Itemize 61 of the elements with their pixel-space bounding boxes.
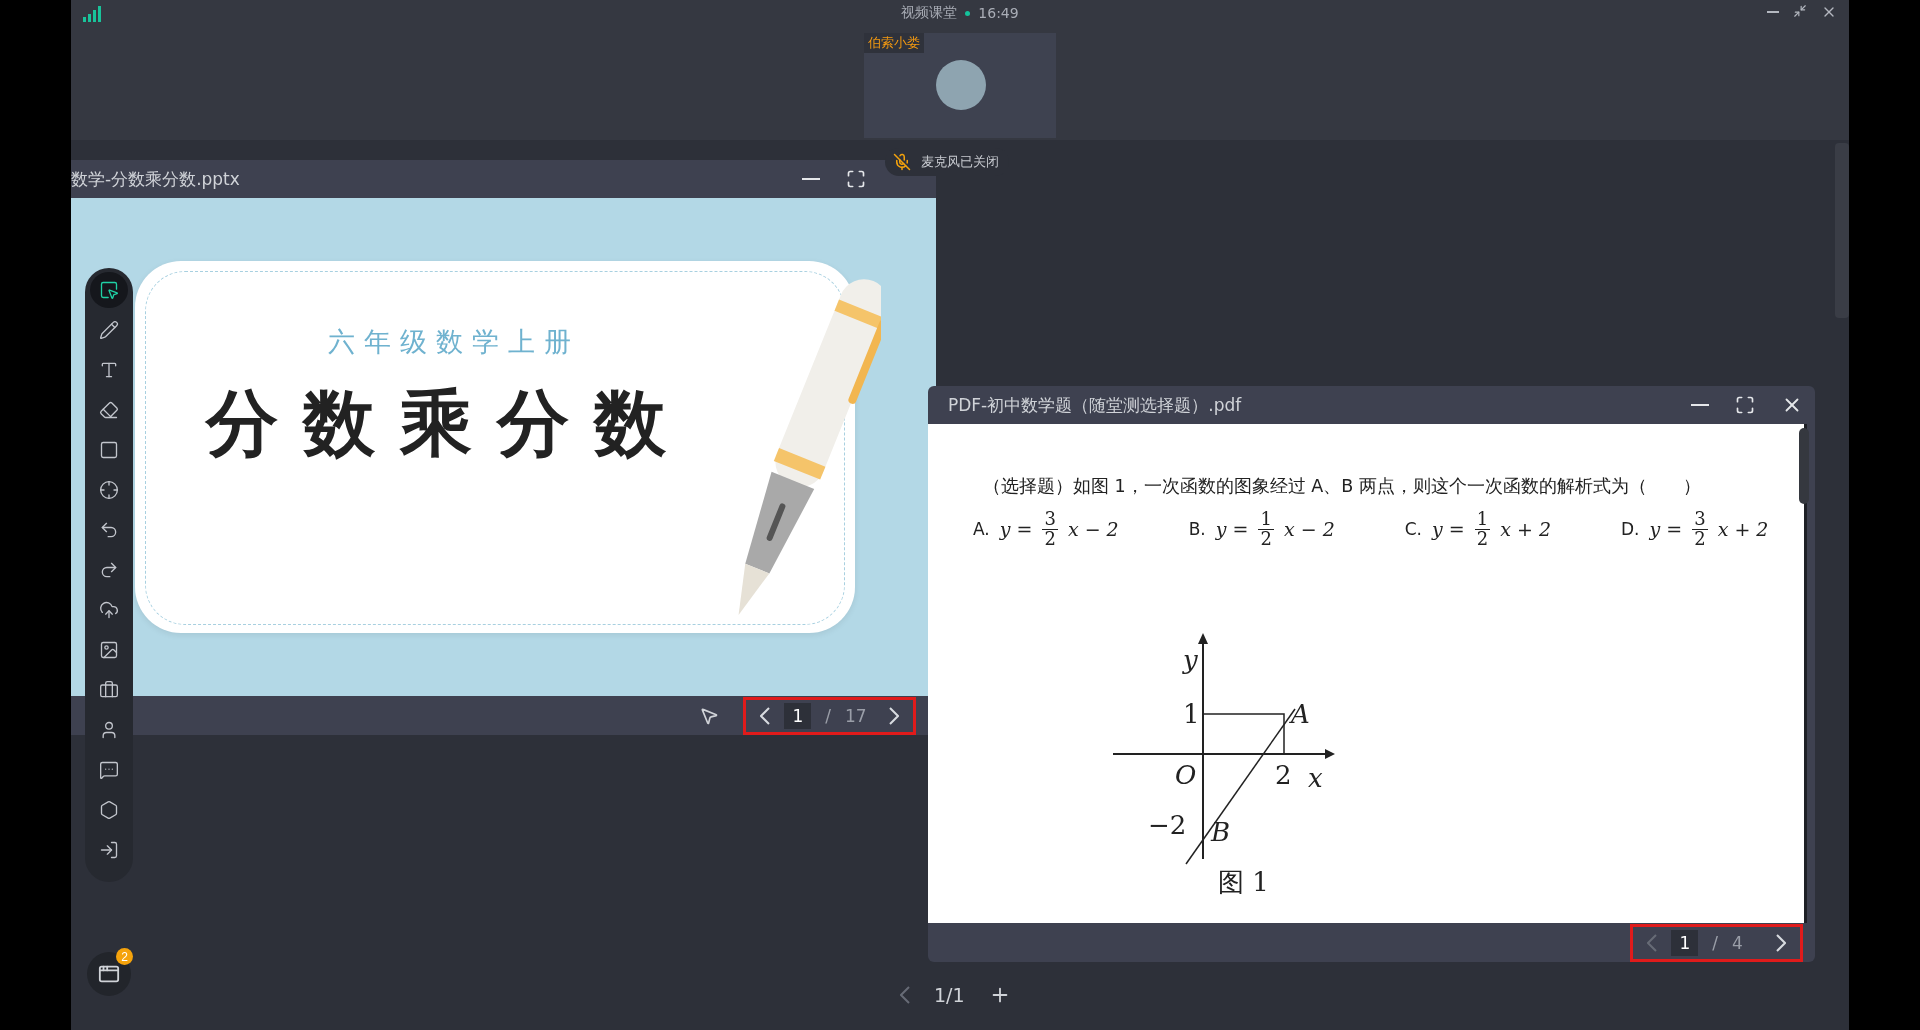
chevron-left-icon xyxy=(900,986,910,1004)
window-title: 视频课堂 xyxy=(901,4,958,22)
tick-label: −2 xyxy=(1148,809,1187,840)
fullscreen-icon xyxy=(1735,395,1755,415)
document-title: 数学-分数乘分数.pptx xyxy=(71,167,241,191)
mic-status-text: 麦克风已关闭 xyxy=(921,153,999,171)
current-page-field[interactable]: 1 xyxy=(784,702,812,729)
page-total: 17 xyxy=(845,705,868,726)
figure-caption: 图 1 xyxy=(1218,866,1269,897)
cloud-icon xyxy=(99,600,119,620)
chevron-right-icon xyxy=(889,706,899,725)
redo-icon xyxy=(99,560,119,580)
mic-off-icon xyxy=(893,153,911,171)
chevron-left-icon xyxy=(760,706,771,725)
page-separator: / xyxy=(825,705,831,726)
point-label: B xyxy=(1211,816,1231,847)
next-page-button[interactable] xyxy=(1776,933,1786,952)
fullscreen-button[interactable] xyxy=(1735,395,1755,415)
fullscreen-icon xyxy=(846,169,866,189)
text-icon xyxy=(99,360,119,380)
pen-icon xyxy=(99,320,119,340)
undo-icon xyxy=(99,520,119,540)
chat-icon xyxy=(99,760,119,780)
axis-label: y xyxy=(1183,644,1198,675)
current-page-field[interactable]: 1 xyxy=(1671,929,1699,956)
page-total: 4 xyxy=(1732,932,1744,953)
avatar xyxy=(936,60,986,110)
chevron-right-icon xyxy=(1776,933,1786,952)
slide-title: 分 数 乘 分 数 xyxy=(206,379,667,467)
select-tool[interactable] xyxy=(90,272,128,308)
status-dot xyxy=(965,10,971,16)
eraser-icon xyxy=(99,400,119,420)
minimize-button[interactable] xyxy=(1691,403,1709,407)
windows-icon xyxy=(98,963,120,985)
clock-time: 16:49 xyxy=(978,5,1019,21)
scrollbar-thumb[interactable] xyxy=(1799,428,1809,504)
restore-icon xyxy=(1793,4,1807,18)
participant-name: 伯索小娄 xyxy=(864,33,924,53)
question-text: （选择题）如图 1，一次函数的图象经过 A、B 两点，则这个一次函数的解析式为（ ） xyxy=(983,475,1702,498)
board-page-count: 1/1 xyxy=(934,984,965,1006)
minimize-icon xyxy=(802,177,820,181)
restore-button[interactable] xyxy=(1793,4,1807,20)
page-separator: / xyxy=(1712,932,1718,953)
signal-icon xyxy=(83,6,101,22)
origin-label: O xyxy=(1175,759,1197,790)
axis-label: x xyxy=(1308,762,1323,793)
slide-subtitle: 六年级数学上册 xyxy=(328,325,580,359)
point-label: A xyxy=(1291,698,1310,729)
shape-icon xyxy=(99,440,119,460)
tick-label: 2 xyxy=(1275,759,1292,790)
image-icon xyxy=(99,640,119,660)
tick-label: 1 xyxy=(1183,698,1200,729)
fullscreen-button[interactable] xyxy=(846,169,866,189)
next-page-button[interactable] xyxy=(889,706,899,725)
scrollbar[interactable] xyxy=(1835,143,1849,318)
document-title: PDF-初中数学题（随堂测选择题）.pdf xyxy=(948,393,1243,417)
select-icon xyxy=(99,280,119,300)
minimize-icon xyxy=(1767,10,1779,14)
chevron-left-icon xyxy=(1647,933,1658,952)
minimize-button[interactable] xyxy=(802,177,820,181)
minimize-icon xyxy=(1691,403,1709,407)
